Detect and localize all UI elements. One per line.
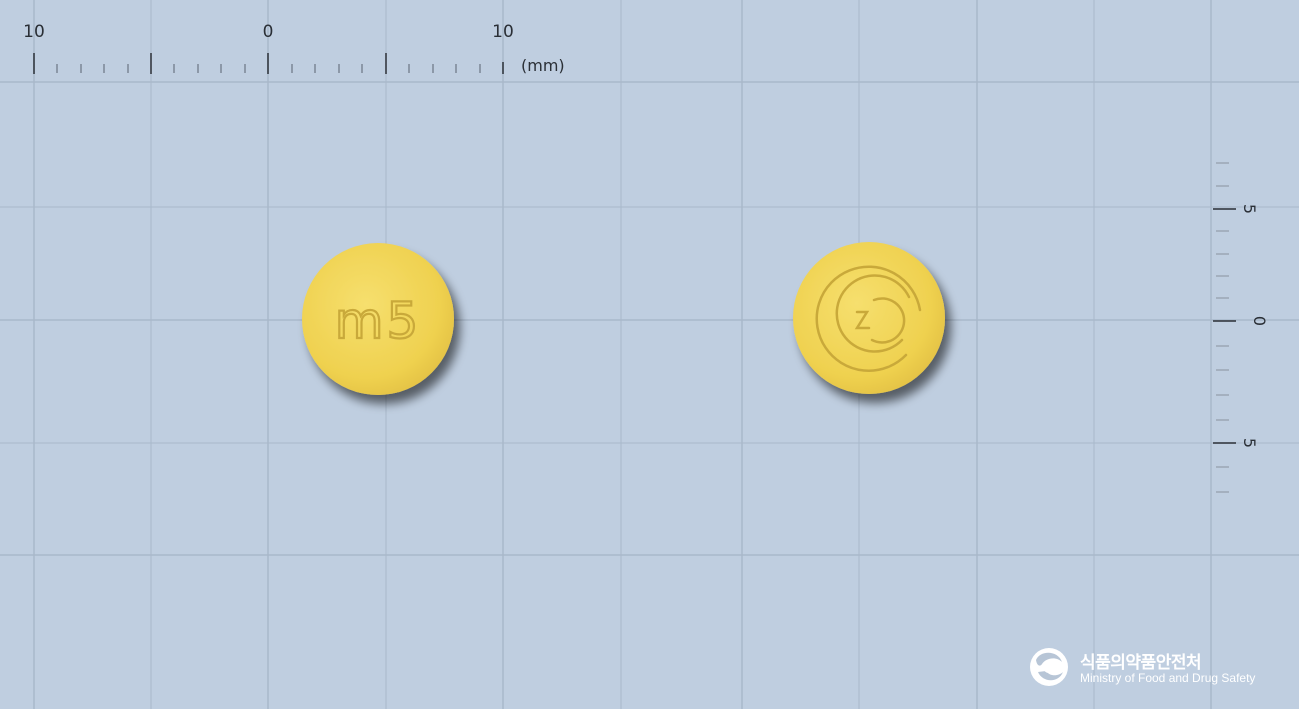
pill-front: m5 [302,243,454,395]
pill-back [793,242,945,394]
mfds-emblem-icon [1030,648,1068,686]
ruler-label-center: 0 [263,22,274,42]
side-ruler-label-bottom: 5 [1240,438,1259,448]
ruler-label-left: 10 [23,22,45,42]
background [0,0,1299,709]
side-ruler-label-center: 0 [1250,316,1269,326]
mfds-name-korean: 식품의약품안전처 [1080,653,1202,673]
pill-photo-scene: 10 0 10 (mm) 5 0 5 m5 [0,0,1299,709]
ruler-label-right: 10 [492,22,514,42]
pill-front-imprint: m5 [335,292,422,350]
ruler-unit-label: (mm) [521,56,565,75]
mfds-name-english: Ministry of Food and Drug Safety [1080,671,1256,685]
mfds-logo: 식품의약품안전처 Ministry of Food and Drug Safet… [1028,646,1288,692]
side-ruler-label-top: 5 [1240,204,1259,214]
